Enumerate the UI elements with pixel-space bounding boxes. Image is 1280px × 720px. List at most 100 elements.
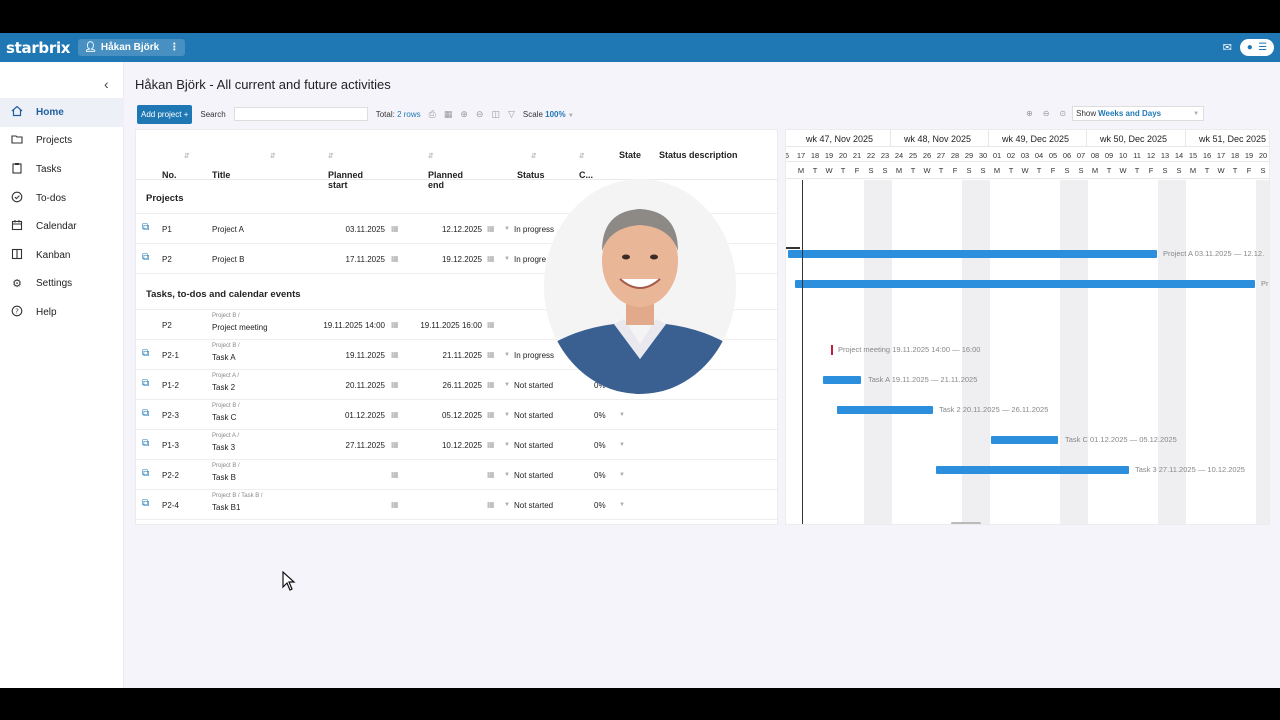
col-planned-start[interactable]: Planned start ⇵ [328, 150, 363, 190]
row-title[interactable]: Task 3 [212, 443, 235, 452]
table-row[interactable]: ⧉ P2-2 Project B / Task B ▦ ▦ ▼ Not started 0% ▼ [136, 460, 777, 490]
collapse-sidebar-icon[interactable]: ‹ [104, 76, 109, 92]
table-row[interactable]: ⧉ P2-3 Project B / Task C 01.12.2025 ▦ 05.12.2… [136, 400, 777, 430]
milestone-marker[interactable] [831, 345, 833, 355]
calendar-icon[interactable]: ▦ [487, 380, 495, 389]
row-title[interactable]: Task 2 [212, 383, 235, 392]
zoom-out-icon[interactable]: ⊖ [1043, 109, 1050, 118]
open-external-icon[interactable]: ⧉ [142, 498, 149, 509]
gantt-bar[interactable] [936, 466, 1129, 474]
search-input[interactable] [233, 107, 368, 121]
calendar-icon[interactable]: ▦ [487, 320, 495, 329]
col-title[interactable]: Title ⇵ [212, 150, 276, 180]
open-external-icon[interactable]: ⧉ [142, 252, 149, 263]
mail-icon[interactable]: ✉ [1223, 41, 1232, 54]
planned-start[interactable]: 03.11.2025 [346, 225, 385, 234]
col-completion[interactable]: C... ⇵ [579, 150, 593, 180]
status-value[interactable]: Not started [514, 381, 553, 390]
row-title[interactable]: Task B1 [212, 503, 240, 512]
calendar-icon[interactable]: ▦ [487, 500, 495, 509]
row-title[interactable]: Project meeting [212, 323, 268, 332]
calendar-icon[interactable]: ▦ [391, 470, 399, 479]
chevron-down-icon[interactable]: ▼ [619, 442, 625, 448]
chevron-down-icon[interactable]: ▼ [619, 502, 625, 508]
chevron-down-icon[interactable]: ▼ [504, 502, 510, 508]
col-state[interactable]: State [619, 150, 641, 160]
add-project-button[interactable]: Add project + [137, 104, 193, 124]
calendar-icon[interactable]: ▦ [391, 320, 399, 329]
sidebar-item-tasks[interactable]: Tasks [0, 155, 124, 184]
calendar-icon[interactable]: ▦ [391, 254, 399, 263]
calendar-icon[interactable]: ▦ [391, 350, 399, 359]
completion-value[interactable]: 0% [594, 411, 606, 420]
col-planned-end[interactable]: Planned end ⇵ [428, 150, 463, 190]
sidebar-item-help[interactable]: ? Help [0, 298, 124, 327]
planned-start[interactable]: 19.11.2025 [346, 351, 385, 360]
planned-start[interactable]: 19.11.2025 14:00 [323, 321, 385, 330]
calendar-icon[interactable]: ▦ [487, 254, 495, 263]
planned-end[interactable]: 05.12.2025 [442, 411, 482, 420]
sidebar-item-calendar[interactable]: Calendar [0, 212, 124, 241]
status-value[interactable]: In progre [514, 255, 546, 264]
chevron-down-icon[interactable]: ▼ [504, 226, 510, 232]
print-icon[interactable]: ⎙ [429, 109, 436, 120]
planned-start[interactable]: 20.11.2025 [346, 381, 385, 390]
planned-start[interactable]: 27.11.2025 [346, 441, 385, 450]
planned-end[interactable]: 26.11.2025 [443, 381, 482, 390]
status-value[interactable]: In progress [514, 225, 554, 234]
zoom-in-icon[interactable]: ⊕ [1026, 109, 1033, 118]
columns-icon[interactable]: ◫ [491, 109, 500, 120]
chevron-down-icon[interactable]: ▼ [504, 442, 510, 448]
col-status[interactable]: Status ⇵ [517, 150, 545, 180]
chevron-down-icon[interactable]: ▼ [504, 382, 510, 388]
calendar-icon[interactable]: ▦ [391, 224, 399, 233]
sidebar-item-projects[interactable]: Projects [0, 127, 124, 156]
calendar-icon[interactable]: ▦ [391, 410, 399, 419]
filter-icon[interactable]: ▽ [508, 109, 515, 120]
gantt-bar[interactable] [991, 436, 1058, 444]
status-value[interactable]: Not started [514, 411, 553, 420]
status-value[interactable]: Not started [514, 471, 553, 480]
col-no[interactable]: No. ⇵ [162, 150, 190, 180]
completion-value[interactable]: 0% [594, 501, 606, 510]
calendar-icon[interactable]: ▦ [487, 410, 495, 419]
calendar-icon[interactable]: ▦ [487, 224, 495, 233]
gantt-bar[interactable] [795, 280, 1255, 288]
sidebar-item-kanban[interactable]: Kanban [0, 241, 124, 270]
export-icon[interactable]: ▦ [444, 109, 453, 120]
table-row[interactable]: ⧉ P2-4 Project B / Task B / Task B1 ▦ ▦ ▼ Not s… [136, 490, 777, 520]
planned-end[interactable]: 19.11.2025 16:00 [420, 321, 482, 330]
account-menu-button[interactable]: ● ☰ [1240, 39, 1274, 56]
chevron-down-icon[interactable]: ▼ [504, 472, 510, 478]
kebab-menu-icon[interactable]: ⋮ [169, 42, 179, 53]
table-row[interactable]: ⧉ P1-3 Project A / Task 3 27.11.2025 ▦ 10.12.2… [136, 430, 777, 460]
chevron-down-icon[interactable]: ▼ [619, 412, 625, 418]
completion-value[interactable]: 0% [594, 441, 606, 450]
calendar-icon[interactable]: ▦ [487, 350, 495, 359]
status-value[interactable]: In progress [514, 351, 554, 360]
zoom-reset-icon[interactable]: ⊙ [1059, 109, 1066, 118]
row-title[interactable]: Task C [212, 413, 236, 422]
sidebar-item-settings[interactable]: ⚙︎ Settings [0, 270, 124, 299]
sidebar-item-todos[interactable]: To-dos [0, 184, 124, 213]
open-external-icon[interactable]: ⧉ [142, 468, 149, 479]
planned-end[interactable]: 19.12.2025 [442, 255, 482, 264]
planned-end[interactable]: 10.12.2025 [442, 441, 482, 450]
chevron-down-icon[interactable]: ▼ [504, 256, 510, 262]
calendar-icon[interactable]: ▦ [391, 500, 399, 509]
planned-start[interactable]: 01.12.2025 [345, 411, 385, 420]
planned-start[interactable]: 17.11.2025 [346, 255, 385, 264]
gantt-bar[interactable] [837, 406, 933, 414]
col-status-description[interactable]: Status description [659, 150, 738, 160]
chevron-down-icon[interactable]: ▼ [619, 472, 625, 478]
app-logo[interactable]: starbrix [6, 39, 70, 57]
collapse-all-icon[interactable]: ⊖ [476, 109, 484, 120]
row-title[interactable]: Task A [212, 353, 236, 362]
calendar-icon[interactable]: ▦ [487, 470, 495, 479]
open-external-icon[interactable]: ⧉ [142, 222, 149, 233]
row-title[interactable]: Project B [212, 255, 244, 264]
expand-all-icon[interactable]: ⊕ [460, 109, 468, 120]
open-external-icon[interactable]: ⧉ [142, 348, 149, 359]
gantt-bar[interactable] [788, 250, 1157, 258]
status-value[interactable]: Not started [514, 501, 553, 510]
